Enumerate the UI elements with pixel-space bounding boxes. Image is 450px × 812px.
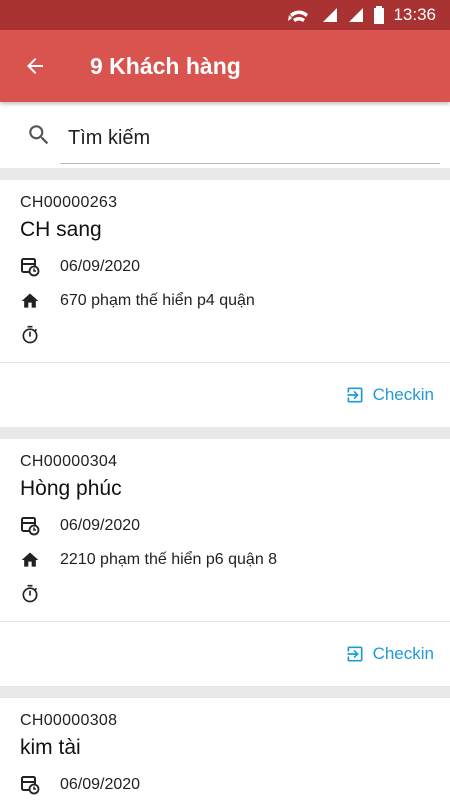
- customer-card[interactable]: CH00000304 Hòng phúc 06/09/2020 2210 phạ…: [0, 439, 450, 686]
- timer-icon: [20, 584, 60, 604]
- page-title: 9 Khách hàng: [90, 52, 241, 79]
- customer-address: 670 phạm thế hiển p4 quận: [60, 292, 255, 309]
- customer-name: kim tài: [20, 736, 81, 759]
- customer-name: Hòng phúc: [20, 477, 122, 500]
- customer-code: CH00000263: [20, 194, 118, 211]
- status-bar: 13:36: [0, 0, 450, 30]
- exit-icon: [347, 387, 363, 403]
- calendar-icon: [20, 516, 60, 536]
- customer-date: 06/09/2020: [60, 517, 141, 534]
- customer-list: CH00000263 CH sang 06/09/2020 670 phạm t…: [0, 168, 450, 812]
- wifi-icon: [285, 6, 313, 24]
- customer-card[interactable]: CH00000263 CH sang 06/09/2020 670 phạm t…: [0, 180, 450, 427]
- customer-name: CH sang: [20, 218, 102, 241]
- calendar-icon: [20, 257, 60, 277]
- customer-date: 06/09/2020: [60, 776, 141, 793]
- checkin-button[interactable]: Checkin: [345, 644, 434, 664]
- app-bar: 9 Khách hàng: [0, 30, 450, 102]
- home-icon: [20, 291, 60, 311]
- home-icon: [20, 550, 60, 570]
- search-icon: [29, 125, 49, 145]
- signal-icon: [321, 6, 339, 24]
- timer-icon: [20, 325, 60, 345]
- checkin-label: Checkin: [372, 385, 434, 404]
- calendar-icon: [20, 775, 60, 795]
- customer-code: CH00000308: [20, 712, 118, 729]
- checkin-button[interactable]: Checkin: [345, 385, 434, 405]
- arrow-back-icon: [27, 58, 43, 74]
- checkin-label: Checkin: [372, 644, 434, 663]
- back-button[interactable]: [0, 30, 70, 102]
- customer-address: 2210 phạm thế hiển p6 quận 8: [60, 551, 278, 568]
- search-input[interactable]: [60, 114, 440, 164]
- search-bar: [0, 102, 450, 168]
- customer-code: CH00000304: [20, 453, 118, 470]
- signal-icon: [347, 6, 365, 24]
- exit-icon: [347, 646, 363, 662]
- status-time: 13:36: [393, 5, 436, 24]
- customer-card[interactable]: CH00000308 kim tài 06/09/2020: [0, 698, 450, 812]
- battery-icon: [373, 6, 385, 24]
- customer-date: 06/09/2020: [60, 258, 141, 275]
